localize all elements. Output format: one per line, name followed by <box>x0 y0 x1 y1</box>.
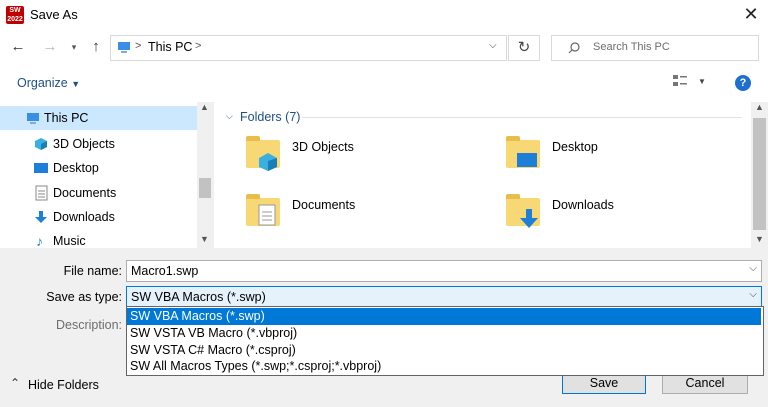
file-list-scrollbar[interactable]: ▲ ▼ <box>751 102 768 248</box>
dropdown-option[interactable]: SW VBA Macros (*.swp) <box>127 308 761 325</box>
hide-folders-button[interactable]: Hide Folders <box>28 378 99 392</box>
document-icon <box>35 185 48 201</box>
filename-value: Macro1.swp <box>131 264 199 278</box>
filename-label: File name: <box>63 264 122 278</box>
sidebar-item-3d-objects[interactable]: 3D Objects <box>0 132 197 156</box>
computer-icon <box>27 113 39 124</box>
folder-label: Desktop <box>552 140 598 154</box>
sidebar-item-desktop[interactable]: Desktop <box>0 156 197 180</box>
navigation-pane: This PC 3D Objects Desktop Documents Dow… <box>0 102 213 249</box>
app-badge-year: 2022 <box>7 16 23 23</box>
chevron-up-icon[interactable]: ⌃ <box>10 376 20 390</box>
download-arrow-icon <box>35 211 47 223</box>
filename-field[interactable]: Macro1.swp ⌵ <box>126 260 762 282</box>
view-options-icon[interactable] <box>672 74 688 88</box>
title-bar <box>0 0 768 30</box>
file-list-pane: ⌵ Folders (7) 3D Objects Desktop Documen… <box>214 102 768 248</box>
sidebar-item-label: Downloads <box>53 210 115 224</box>
folder-3d-objects-icon <box>246 136 280 171</box>
folder-downloads-icon <box>506 194 540 228</box>
save-as-type-value: SW VBA Macros (*.swp) <box>131 290 266 304</box>
help-button[interactable]: ? <box>735 75 751 91</box>
3d-cube-icon <box>35 138 47 150</box>
save-as-type-label: Save as type: <box>46 290 122 304</box>
window-title: Save As <box>30 7 78 22</box>
sidebar-item-label: This PC <box>44 111 89 125</box>
save-as-type-select[interactable]: SW VBA Macros (*.swp) ⌵ <box>126 286 762 308</box>
group-divider <box>302 117 742 118</box>
breadcrumb-chevron-icon[interactable]: > <box>195 40 201 52</box>
sidebar-item-documents[interactable]: Documents <box>0 181 197 205</box>
up-arrow-icon[interactable]: ↑ <box>86 36 106 58</box>
command-bar <box>0 66 768 102</box>
refresh-icon: ↻ <box>517 39 531 56</box>
refresh-button[interactable]: ↻ <box>508 35 540 61</box>
sidebar-item-label: Desktop <box>53 161 99 175</box>
folder-desktop-icon <box>506 136 540 168</box>
computer-icon <box>118 42 130 53</box>
folder-label: 3D Objects <box>292 140 354 154</box>
scrollbar-thumb[interactable] <box>753 118 766 230</box>
save-as-type-dropdown-list: SW VBA Macros (*.swp) SW VSTA VB Macro (… <box>126 306 764 376</box>
navigation-pane-scrollbar[interactable]: ▲ ▼ <box>197 102 213 248</box>
group-collapse-chevron-icon[interactable]: ⌵ <box>226 111 233 122</box>
search-box[interactable]: Search This PC <box>551 35 759 61</box>
chevron-down-icon: ▼ <box>71 79 81 89</box>
description-label: Description: <box>56 318 122 332</box>
back-arrow-icon[interactable]: ← <box>8 36 28 58</box>
recent-locations-chevron-icon[interactable]: ▾ <box>64 36 84 58</box>
chevron-down-icon[interactable]: ⌵ <box>749 289 757 300</box>
scroll-down-icon[interactable]: ▼ <box>200 234 209 244</box>
sidebar-item-label: Documents <box>53 186 117 200</box>
organize-button[interactable]: Organize ▼ <box>17 76 80 90</box>
search-input[interactable]: Search This PC <box>593 41 670 53</box>
folder-label: Documents <box>292 198 356 212</box>
breadcrumb-this-pc[interactable]: This PC <box>148 40 192 54</box>
solidworks-app-icon: SW 2022 <box>6 6 24 24</box>
dropdown-option[interactable]: SW All Macros Types (*.swp;*.csproj;*.vb… <box>127 358 761 375</box>
sidebar-item-downloads[interactable]: Downloads <box>0 205 197 229</box>
view-chevron-down-icon[interactable]: ▼ <box>698 77 706 86</box>
app-badge-text: SW <box>9 7 21 14</box>
scroll-down-icon[interactable]: ▼ <box>755 234 764 244</box>
address-dropdown-icon[interactable]: ⌵ <box>489 40 497 51</box>
desktop-icon <box>34 163 48 173</box>
sidebar-item-label: 3D Objects <box>53 137 115 151</box>
address-bar[interactable]: > This PC > ⌵ <box>110 35 507 61</box>
folders-group-header[interactable]: Folders (7) <box>240 110 300 124</box>
scroll-up-icon[interactable]: ▲ <box>755 102 764 112</box>
chevron-down-icon[interactable]: ⌵ <box>749 263 757 274</box>
dropdown-option[interactable]: SW VSTA C# Macro (*.csproj) <box>127 342 761 359</box>
sidebar-item-this-pc[interactable]: This PC <box>0 106 197 130</box>
close-icon[interactable]: ✕ <box>740 3 762 25</box>
breadcrumb-chevron-icon: > <box>135 40 142 52</box>
dropdown-option[interactable]: SW VSTA VB Macro (*.vbproj) <box>127 325 761 342</box>
search-icon <box>568 42 580 54</box>
organize-label: Organize <box>17 76 68 90</box>
folder-label: Downloads <box>552 198 614 212</box>
scrollbar-thumb[interactable] <box>199 178 211 198</box>
scroll-up-icon[interactable]: ▲ <box>200 102 209 112</box>
folder-documents-icon <box>246 194 280 226</box>
forward-arrow-icon[interactable]: → <box>40 36 60 58</box>
